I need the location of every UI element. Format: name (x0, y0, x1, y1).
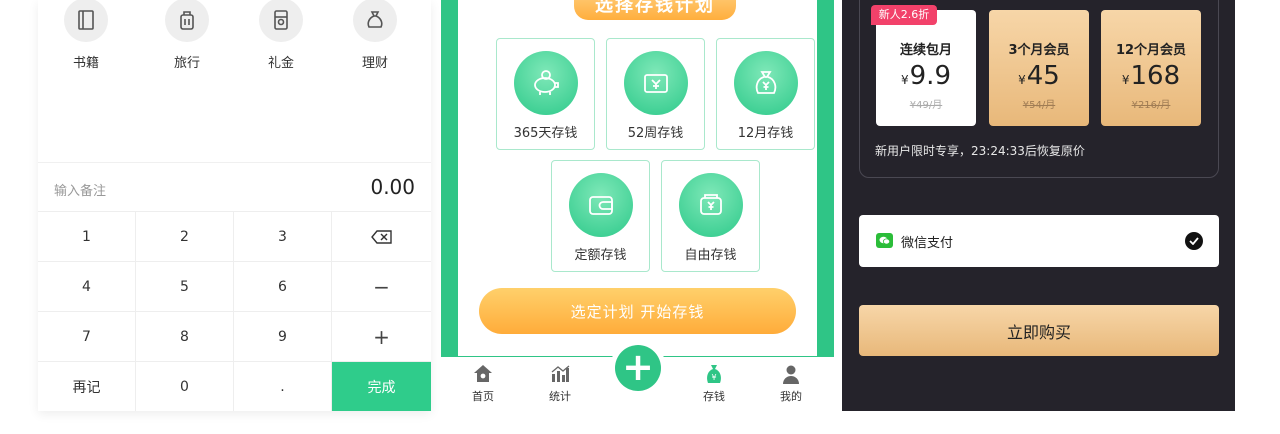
category-label: 理财 (361, 56, 388, 71)
svg-text:¥: ¥ (711, 373, 716, 382)
done-button[interactable]: 完成 (332, 362, 431, 411)
wechat-pay-icon (876, 233, 893, 248)
plan-price: ¥45 (989, 60, 1089, 96)
yen-bag-icon (733, 51, 798, 115)
plan-fixed-amount[interactable]: 定额存钱 (551, 160, 650, 272)
yen-wallet-icon (623, 51, 688, 115)
tab-label: 存钱 (703, 390, 725, 403)
gift-money-icon (259, 0, 303, 42)
book-icon (64, 0, 108, 42)
plus-icon: + (622, 344, 654, 389)
membership-purchase-screen: 新人2.6折 连续包月 ¥9.9 ¥49/月 3个月会员 ¥45 ¥54/月 1… (842, 0, 1235, 411)
backspace-key[interactable] (332, 212, 431, 262)
currency-symbol: ¥ (1018, 73, 1026, 87)
plus-key[interactable]: + (332, 312, 431, 362)
new-user-discount-badge: 新人2.6折 (871, 5, 937, 25)
key-6[interactable]: 6 (234, 262, 332, 312)
plan-52-weeks[interactable]: 52周存钱 (606, 38, 705, 150)
backspace-icon (370, 229, 392, 244)
plan-free-saving[interactable]: 自由存钱 (661, 160, 760, 272)
currency-symbol: ¥ (901, 73, 909, 87)
plan-name: 3个月会员 (1008, 43, 1070, 58)
key-3[interactable]: 3 (234, 212, 332, 262)
bottom-tab-bar: 首页 统计 + ¥ 存钱 我的 (441, 345, 834, 411)
plan-label: 52周存钱 (627, 126, 684, 141)
piggy-bank-icon (513, 51, 578, 115)
promo-countdown-text: 新用户限时专享，23:24:33后恢复原价 (875, 144, 1085, 158)
plan-12-months[interactable]: 12个月会员 ¥168 ¥216/月 (1101, 10, 1201, 126)
wallet-icon (568, 173, 633, 237)
tab-home[interactable]: 首页 (461, 363, 505, 404)
category-gift-money[interactable]: 礼金 (241, 0, 321, 71)
memo-input[interactable]: 输入备注 (54, 180, 106, 199)
savings-plan-screen: 选择存钱计划 365天存钱 52周存钱 12月存钱 定额存钱 自由存钱 选定计划… (441, 0, 834, 411)
key-1[interactable]: 1 (38, 212, 136, 262)
category-label: 礼金 (267, 56, 294, 71)
add-record-button[interactable]: + (615, 345, 661, 391)
user-icon (783, 365, 799, 384)
memo-row[interactable]: 输入备注 0.00 (38, 162, 431, 212)
key-8[interactable]: 8 (136, 312, 234, 362)
minus-key[interactable]: − (332, 262, 431, 312)
price-value: 9.9 (909, 61, 951, 91)
category-label: 旅行 (173, 56, 200, 71)
plan-365-days[interactable]: 365天存钱 (496, 38, 595, 150)
plan-name: 12个月会员 (1115, 43, 1187, 58)
category-label: 书籍 (72, 56, 99, 71)
plan-3-months[interactable]: 3个月会员 ¥45 ¥54/月 (989, 10, 1089, 126)
plan-12-months[interactable]: 12月存钱 (716, 38, 815, 150)
bookkeeping-calculator-screen: 书籍 旅行 礼金 理财 输入备注 0.00 1 2 3 4 5 6 − 7 8 (38, 0, 431, 411)
tab-save[interactable]: ¥ 存钱 (692, 363, 736, 404)
number-keypad: 1 2 3 4 5 6 − 7 8 9 + 再记 0 . 完成 (38, 212, 431, 411)
start-saving-button[interactable]: 选定计划 开始存钱 (479, 288, 796, 334)
plan-banner-title: 选择存钱计划 (574, 0, 736, 20)
original-price: ¥216/月 (1131, 100, 1171, 111)
currency-symbol: ¥ (1121, 73, 1130, 87)
plan-monthly[interactable]: 连续包月 ¥9.9 ¥49/月 (876, 10, 976, 126)
tab-mine[interactable]: 我的 (769, 363, 813, 404)
key-2[interactable]: 2 (136, 212, 234, 262)
amount-display: 0.00 (370, 175, 415, 199)
original-price: ¥49/月 (909, 100, 943, 111)
key-7[interactable]: 7 (38, 312, 136, 362)
record-again-key[interactable]: 再记 (38, 362, 136, 411)
key-5[interactable]: 5 (136, 262, 234, 312)
category-books[interactable]: 书籍 (46, 0, 126, 71)
plan-label: 定额存钱 (574, 248, 627, 263)
category-finance[interactable]: 理财 (335, 0, 415, 71)
payment-method-label: 微信支付 (901, 236, 954, 251)
category-travel[interactable]: 旅行 (147, 0, 227, 71)
price-value: 45 (1026, 61, 1060, 91)
decimal-key[interactable]: . (234, 362, 332, 411)
buy-now-button[interactable]: 立即购买 (859, 305, 1219, 356)
plan-price: ¥168 (1101, 60, 1201, 96)
money-bag-icon: ¥ (707, 365, 721, 383)
original-price: ¥54/月 (1022, 100, 1056, 111)
key-4[interactable]: 4 (38, 262, 136, 312)
payment-method-wechat[interactable]: 微信支付 (859, 215, 1219, 267)
plan-label: 365天存钱 (513, 126, 578, 141)
plan-label: 自由存钱 (684, 248, 737, 263)
home-icon (474, 365, 492, 382)
tab-label: 统计 (549, 390, 571, 403)
tab-label: 我的 (780, 390, 802, 403)
selected-check-icon (1185, 232, 1203, 250)
plan-card: 选择存钱计划 365天存钱 52周存钱 12月存钱 定额存钱 自由存钱 选定计划… (458, 0, 817, 356)
price-value: 168 (1130, 61, 1181, 91)
tab-label: 首页 (472, 390, 494, 403)
yen-purse-icon (678, 173, 743, 237)
plan-price: ¥9.9 (876, 60, 976, 96)
key-9[interactable]: 9 (234, 312, 332, 362)
key-0[interactable]: 0 (136, 362, 234, 411)
tab-stats[interactable]: 统计 (538, 363, 582, 404)
luggage-icon (165, 0, 209, 42)
money-bag-icon (353, 0, 397, 42)
stats-chart-icon (551, 365, 570, 382)
plan-label: 12月存钱 (737, 126, 794, 141)
plan-name: 连续包月 (899, 43, 952, 58)
